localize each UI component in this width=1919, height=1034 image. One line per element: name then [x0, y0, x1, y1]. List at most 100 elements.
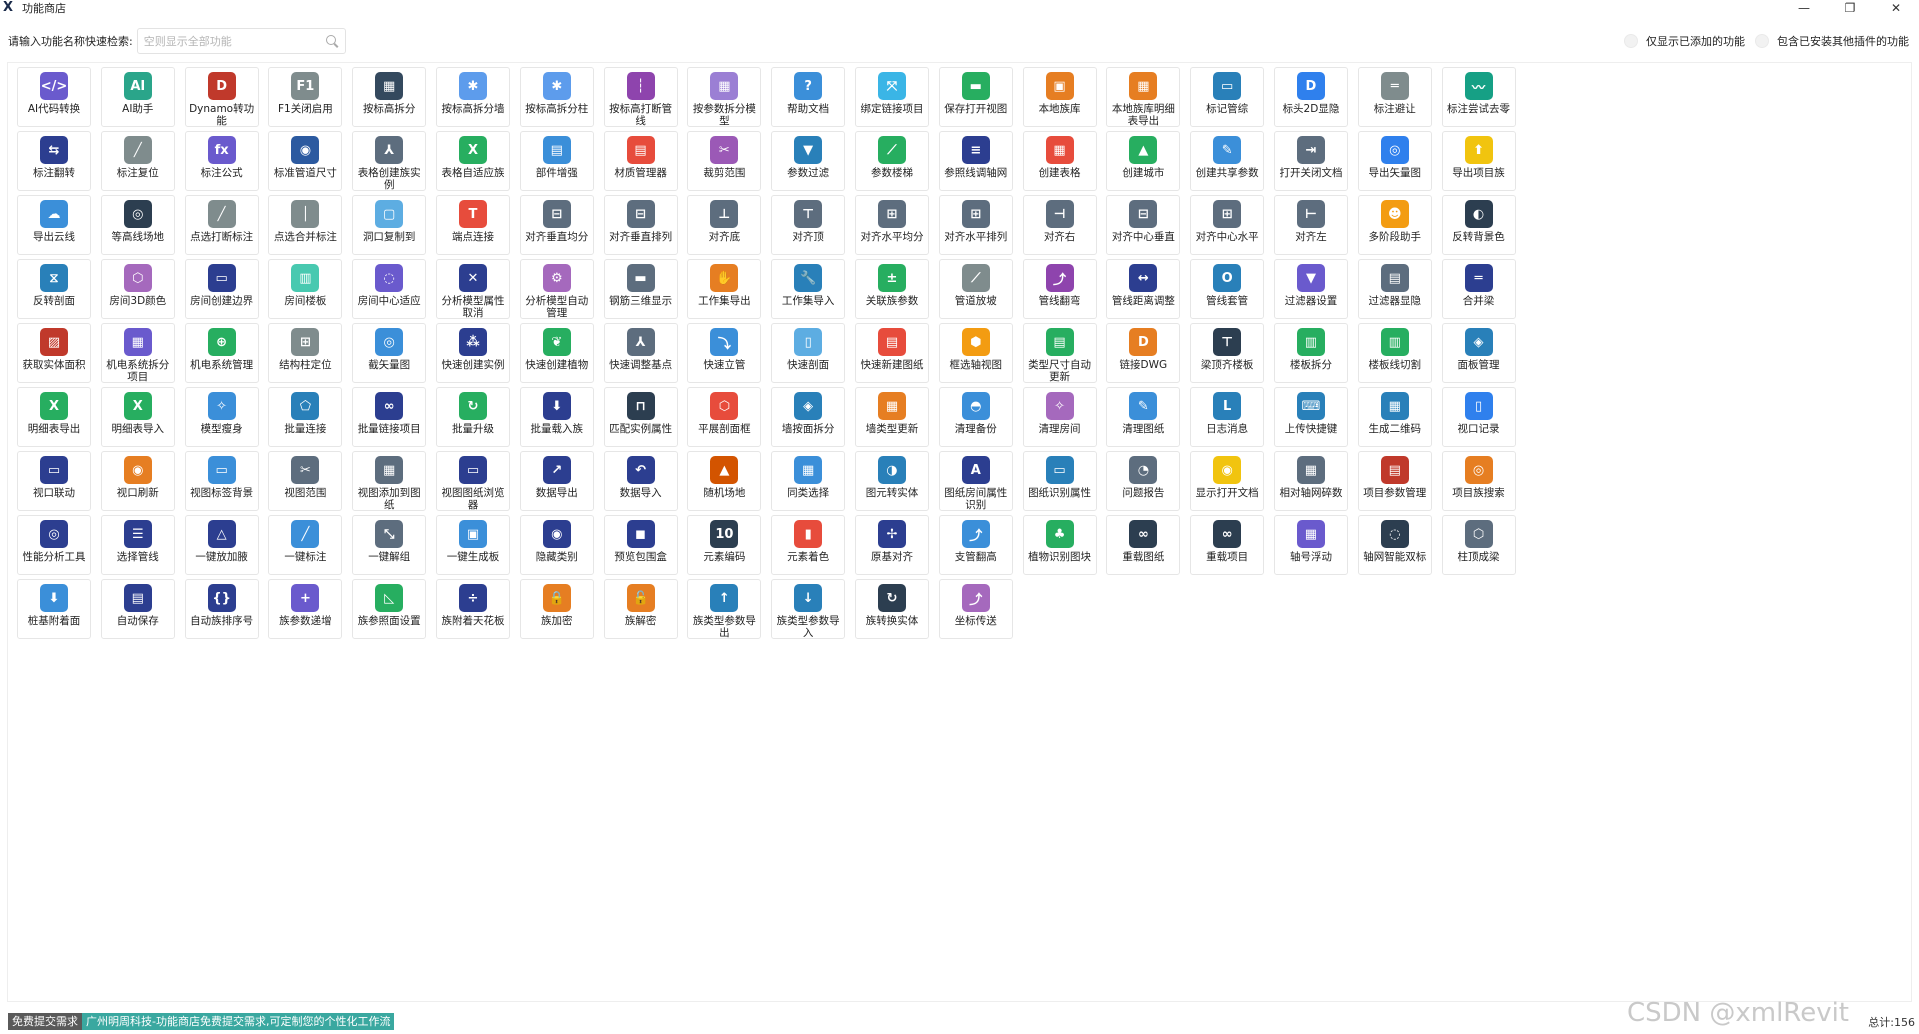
feature-tile[interactable]: ▦ 同类选择 [771, 451, 846, 511]
feature-tile[interactable]: ▣ 一键生成板 [435, 515, 510, 575]
feature-tile[interactable]: ▨ 获取实体面积 [17, 323, 91, 383]
feature-tile[interactable]: ╱ 一键标注 [268, 515, 343, 575]
feature-tile[interactable]: ╱ 标注复位 [100, 131, 175, 191]
feature-tile[interactable]: AI AI助手 [100, 67, 175, 127]
feature-tile[interactable]: 10 元素编码 [687, 515, 762, 575]
feature-tile[interactable]: T 端点连接 [435, 195, 510, 255]
feature-tile[interactable]: ▣ 本地族库 [1022, 67, 1097, 127]
feature-tile[interactable]: ▦ 相对轴网碎数 [1273, 451, 1348, 511]
toggle-show-added[interactable]: 仅显示已添加的功能 [1624, 33, 1745, 49]
feature-tile[interactable]: ▮ 元素着色 [771, 515, 846, 575]
feature-tile[interactable]: ▬ 保存打开视图 [938, 67, 1013, 127]
company-banner[interactable]: 广州明周科技-功能商店免费提交需求,可定制您的个性化工作流 [82, 1012, 395, 1030]
search-box[interactable] [136, 28, 346, 54]
feature-tile[interactable]: ┆ 按标高打断管线 [603, 67, 678, 127]
feature-tile[interactable]: L 日志消息 [1190, 387, 1265, 447]
feature-tile[interactable]: ⇆ 标注翻转 [17, 131, 91, 191]
feature-tile[interactable]: ⊞ 结构柱定位 [268, 323, 343, 383]
feature-tile[interactable]: ◈ 面板管理 [1441, 323, 1516, 383]
feature-tile[interactable]: ⬡ 柱顶成梁 [1441, 515, 1516, 575]
feature-tile[interactable]: ↔ 管线距离调整 [1106, 259, 1181, 319]
feature-tile[interactable]: ▥ 房间楼板 [268, 259, 343, 319]
feature-tile[interactable]: ✧ 清理房间 [1022, 387, 1097, 447]
feature-tile[interactable]: ▦ 本地族库明细表导出 [1106, 67, 1181, 127]
feature-tile[interactable]: ◑ 图元转实体 [854, 451, 929, 511]
feature-tile[interactable]: ▥ 楼板线切割 [1357, 323, 1432, 383]
feature-tile[interactable]: ⊢ 对齐左 [1273, 195, 1348, 255]
feature-tile[interactable]: ⊞ 对齐水平排列 [938, 195, 1013, 255]
feature-tile[interactable]: ↶ 数据导入 [603, 451, 678, 511]
feature-tile[interactable]: ▭ 图纸识别属性 [1022, 451, 1097, 511]
feature-tile[interactable]: ▦ 生成二维码 [1357, 387, 1432, 447]
feature-tile[interactable]: ▤ 部件增强 [519, 131, 594, 191]
feature-tile[interactable]: ⟋ 管道放坡 [938, 259, 1013, 319]
feature-tile[interactable]: ⊟ 对齐垂直均分 [519, 195, 594, 255]
feature-tile[interactable]: ⊟ 对齐中心垂直 [1106, 195, 1181, 255]
feature-tile[interactable]: 🔧 工作集导入 [771, 259, 846, 319]
feature-tile[interactable]: ⅄ 表格创建族实例 [352, 131, 427, 191]
feature-tile[interactable]: ✕ 分析模型属性取消 [435, 259, 510, 319]
feature-tile[interactable]: ☻ 多阶段助手 [1357, 195, 1432, 255]
feature-tile[interactable]: ± 关联族参数 [854, 259, 929, 319]
feature-tile[interactable]: ∞ 重载图纸 [1106, 515, 1181, 575]
feature-tile[interactable]: ✎ 创建共享参数 [1190, 131, 1265, 191]
feature-tile[interactable]: ⤵ 快速立管 [687, 323, 762, 383]
feature-tile[interactable]: ▤ 自动保存 [100, 579, 175, 639]
feature-tile[interactable]: 〰标注尝试去零 [1441, 67, 1516, 127]
radio-icon[interactable] [1624, 34, 1638, 48]
restore-icon[interactable]: ❐ [1827, 0, 1873, 16]
feature-tile[interactable]: │ 点选合并标注 [268, 195, 343, 255]
feature-tile[interactable]: △ 一键放加腋 [184, 515, 259, 575]
feature-tile[interactable]: ↻ 族转换实体 [854, 579, 929, 639]
feature-tile[interactable]: ✢ 原基对齐 [854, 515, 929, 575]
feature-tile[interactable]: ═ 标注避让 [1357, 67, 1432, 127]
feature-tile[interactable]: ⤴ 坐标传送 [938, 579, 1013, 639]
feature-tile[interactable]: ⊞ 对齐中心水平 [1190, 195, 1265, 255]
feature-tile[interactable]: ▼ 参数过滤 [771, 131, 846, 191]
feature-tile[interactable]: ✋ 工作集导出 [687, 259, 762, 319]
feature-tile[interactable]: ◎ 性能分析工具 [17, 515, 91, 575]
feature-tile[interactable]: F1 F1关闭启用 [268, 67, 343, 127]
feature-tile[interactable]: {} 自动族排序号 [184, 579, 259, 639]
feature-tile[interactable]: ╱ 点选打断标注 [184, 195, 259, 255]
feature-tile[interactable]: ⊤ 对齐顶 [771, 195, 846, 255]
feature-tile[interactable]: ▤ 项目参数管理 [1357, 451, 1432, 511]
feature-tile[interactable]: ✎ 清理图纸 [1106, 387, 1181, 447]
feature-tile[interactable]: ▯ 视口记录 [1441, 387, 1516, 447]
feature-tile[interactable]: ▼ 过滤器设置 [1273, 259, 1348, 319]
feature-tile[interactable]: ⅄ 快速调整基点 [603, 323, 678, 383]
feature-tile[interactable]: ▭ 视图标签背景 [184, 451, 259, 511]
feature-tile[interactable]: ✂ 裁剪范围 [687, 131, 762, 191]
feature-tile[interactable]: ▲ 随机场地 [687, 451, 762, 511]
feature-tile[interactable]: ⊕ 机电系统管理 [184, 323, 259, 383]
feature-tile[interactable]: ◉ 隐藏类别 [519, 515, 594, 575]
feature-tile[interactable]: ⬢ 框选轴视图 [938, 323, 1013, 383]
feature-tile[interactable]: ▭ 视图图纸浏览器 [435, 451, 510, 511]
feature-tile[interactable]: ⬇ 批量载入族 [519, 387, 594, 447]
feature-tile[interactable]: D 链接DWG [1106, 323, 1181, 383]
feature-tile[interactable]: ═ 合并梁 [1441, 259, 1516, 319]
feature-tile[interactable]: ☁ 导出云线 [17, 195, 91, 255]
feature-tile[interactable]: ▯ 快速剖面 [771, 323, 846, 383]
feature-tile[interactable]: ⚙ 分析模型自动管理 [519, 259, 594, 319]
feature-tile[interactable]: ◉ 视口刷新 [100, 451, 175, 511]
feature-tile[interactable]: ⌨ 上传快捷键 [1273, 387, 1348, 447]
feature-tile[interactable]: ⤧ 绑定链接项目 [854, 67, 929, 127]
feature-tile[interactable]: ◎ 导出矢量图 [1357, 131, 1432, 191]
feature-tile[interactable]: ✧ 模型瘦身 [184, 387, 259, 447]
submit-request-button[interactable]: 免费提交需求 [8, 1012, 82, 1030]
feature-tile[interactable]: ⇥ 打开关闭文档 [1273, 131, 1348, 191]
feature-tile[interactable]: ⊤ 梁顶齐楼板 [1190, 323, 1265, 383]
feature-tile[interactable]: ❦ 快速创建植物 [519, 323, 594, 383]
feature-tile[interactable]: ◔ 问题报告 [1106, 451, 1181, 511]
feature-tile[interactable]: ⁂ 快速创建实例 [435, 323, 510, 383]
feature-tile[interactable]: ⬡ 平展剖面框 [687, 387, 762, 447]
feature-tile[interactable]: ✱ 按标高拆分柱 [519, 67, 594, 127]
feature-tile[interactable]: ▭ 房间创建边界 [184, 259, 259, 319]
feature-tile[interactable]: ▦ 按参数拆分模型 [687, 67, 762, 127]
feature-tile[interactable]: ≡ 参照线调轴网 [938, 131, 1013, 191]
feature-tile[interactable]: 🔓 族解密 [603, 579, 678, 639]
feature-tile[interactable]: ⤴ 支管翻高 [938, 515, 1013, 575]
feature-tile[interactable]: ◈ 墙按面拆分 [771, 387, 846, 447]
feature-tile[interactable]: ⊓ 匹配实例属性 [603, 387, 678, 447]
